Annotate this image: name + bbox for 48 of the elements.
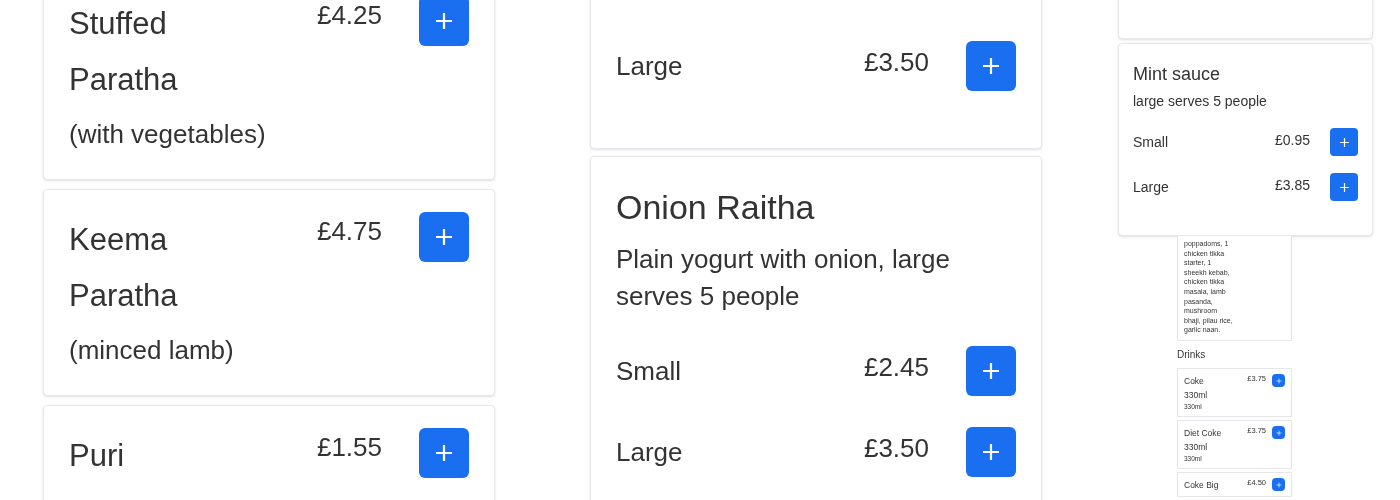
item-name: Coke 330ml	[1184, 375, 1209, 402]
option-label: Small	[1133, 132, 1169, 152]
item-name: Diet Coke 330ml	[1184, 427, 1223, 454]
option-label: Large	[616, 435, 684, 469]
section-title: Drinks	[1177, 348, 1207, 362]
add-button[interactable]	[1330, 173, 1358, 202]
item-price: £4.25	[316, 0, 382, 32]
option-price: £3.50	[863, 45, 929, 79]
plus-icon	[981, 442, 1001, 462]
option-price: £3.50	[863, 431, 929, 465]
add-button[interactable]	[966, 427, 1016, 477]
item-description: (with vegetables)	[69, 118, 267, 151]
plus-icon	[434, 11, 454, 31]
item-description: Plain yogurt with onion, large serves 5 people	[616, 243, 951, 313]
plus-icon	[1275, 377, 1282, 384]
item-description: large serves 5 people	[1133, 92, 1268, 112]
option-label: Large	[1133, 177, 1170, 197]
option-price: £3.85	[1274, 175, 1310, 195]
add-button[interactable]	[966, 346, 1016, 396]
add-button[interactable]	[966, 41, 1016, 91]
option-label: Large	[616, 49, 684, 83]
add-button[interactable]	[419, 428, 469, 478]
item-description: (minced lamb)	[69, 334, 235, 367]
item-name: Puri	[69, 437, 126, 475]
option-price: £0.95	[1274, 130, 1310, 150]
plus-icon	[981, 361, 1001, 381]
plus-icon	[434, 443, 454, 463]
add-button[interactable]	[1272, 374, 1285, 387]
plus-icon	[1338, 136, 1350, 148]
item-name: Onion Raitha	[616, 187, 816, 228]
plus-icon	[1338, 181, 1350, 193]
item-name: Stuffed Paratha	[69, 5, 179, 99]
item-price: £1.55	[316, 432, 382, 464]
plus-icon	[1275, 429, 1282, 436]
add-button[interactable]	[419, 212, 469, 262]
plus-icon	[981, 56, 1001, 76]
item-name: Coke Big	[1184, 479, 1220, 492]
item-name: Mint sauce	[1133, 63, 1222, 87]
plus-icon	[434, 227, 454, 247]
option-label: Small	[616, 354, 682, 388]
item-name: Keema Paratha	[69, 221, 179, 315]
add-button[interactable]	[419, 0, 469, 46]
add-button[interactable]	[1272, 426, 1285, 439]
add-button[interactable]	[1272, 478, 1285, 491]
add-button[interactable]	[1330, 128, 1358, 157]
option-price: £2.45	[863, 350, 929, 384]
item-price: £4.75	[316, 216, 382, 248]
plus-icon	[1275, 481, 1282, 488]
